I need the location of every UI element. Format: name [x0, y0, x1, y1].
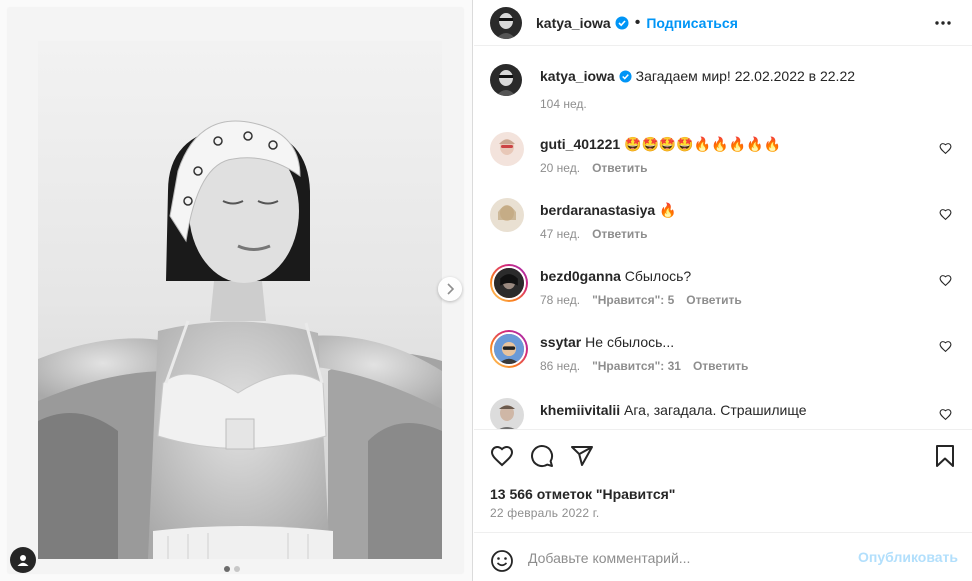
comment-text-line: khemiivitalii Ага, загадала. Страшилище — [540, 401, 807, 419]
verified-icon — [619, 70, 632, 83]
header-separator: • — [634, 13, 641, 31]
author-username[interactable]: katya_iowa — [536, 15, 611, 31]
carousel-dot — [234, 566, 240, 572]
comment-text-line: ssytar Не сбылось... — [540, 333, 674, 351]
comment-meta: 47 нед. Ответить — [540, 227, 660, 241]
comments-list: katya_iowa Загадаем мир! 22.02.2022 в 22… — [474, 46, 972, 429]
comment-icon[interactable] — [530, 444, 554, 468]
comment-avatar[interactable] — [490, 132, 524, 166]
caption-meta: 104 нед. — [540, 97, 599, 111]
heart-icon[interactable] — [939, 142, 952, 155]
comment-input[interactable] — [528, 547, 848, 569]
comment-avatar-story[interactable] — [490, 330, 528, 368]
caption-username[interactable]: katya_iowa — [540, 68, 615, 84]
comment-row: bezd0ganna Сбылось? 78 нед. "Нравится": 5… — [490, 264, 964, 324]
reply-button[interactable]: Ответить — [693, 359, 748, 373]
reply-button[interactable]: Ответить — [592, 161, 647, 175]
comment-meta: 78 нед. "Нравится": 5 Ответить — [540, 293, 754, 307]
carousel-indicator — [224, 566, 240, 572]
share-icon[interactable] — [570, 444, 594, 468]
action-bar — [474, 429, 972, 485]
carousel-dot-active — [224, 566, 230, 572]
verified-icon — [615, 16, 629, 29]
comment-avatar-story[interactable] — [490, 264, 528, 302]
comment-text: Не сбылось... — [585, 334, 675, 350]
caption-text: Загадаем мир! 22.02.2022 в 22.22 — [635, 68, 856, 84]
heart-icon[interactable] — [939, 408, 952, 421]
heart-icon[interactable] — [939, 340, 952, 353]
heart-icon[interactable] — [939, 208, 952, 221]
comment-text-line: guti_401221 🤩🤩🤩🤩🔥🔥🔥🔥🔥 — [540, 135, 781, 153]
comment-time: 86 нед. — [540, 359, 581, 373]
photo-frame — [8, 8, 463, 573]
more-icon[interactable] — [934, 14, 952, 32]
comment-time: 78 нед. — [540, 293, 581, 307]
publish-button[interactable]: Опубликовать — [858, 549, 958, 565]
reply-button[interactable]: Ответить — [592, 227, 647, 241]
chevron-right-icon — [447, 283, 455, 295]
comment-row: khemiivitalii Ага, загадала. Страшилище — [490, 398, 964, 429]
post-header: katya_iowa • Подписаться — [474, 0, 972, 46]
comment-likes[interactable]: "Нравится": 5 — [592, 293, 674, 307]
user-tag-icon — [17, 555, 29, 566]
comment-row: guti_401221 🤩🤩🤩🤩🔥🔥🔥🔥🔥 20 нед. Ответить — [490, 132, 964, 192]
comment-username[interactable]: guti_401221 — [540, 136, 620, 152]
comment-text-line: berdaranastasiya 🔥 — [540, 201, 677, 219]
follow-button[interactable]: Подписаться — [646, 15, 738, 31]
next-photo-button[interactable] — [438, 277, 462, 301]
comment-text: 🔥 — [659, 202, 677, 218]
bookmark-icon[interactable] — [934, 444, 956, 468]
comment-username[interactable]: bezd0ganna — [540, 268, 621, 284]
comment-meta: 20 нед. Ответить — [540, 161, 660, 175]
user-tag-button[interactable] — [10, 547, 36, 573]
comment-text: Ага, загадала. Страшилище — [624, 402, 807, 418]
heart-icon[interactable] — [490, 444, 514, 468]
likes-count[interactable]: 13 566 отметок "Нравится" — [490, 486, 675, 502]
comment-avatar[interactable] — [490, 198, 524, 232]
caption-avatar[interactable] — [490, 64, 522, 96]
post-photo[interactable] — [38, 41, 442, 559]
comment-likes[interactable]: "Нравится": 31 — [592, 359, 681, 373]
post-panel: katya_iowa • Подписаться katya_iowa Зага… — [474, 0, 972, 581]
emoji-icon[interactable] — [490, 549, 514, 573]
reply-button[interactable]: Ответить — [686, 293, 741, 307]
comment-row: ssytar Не сбылось... 86 нед. "Нравится": … — [490, 330, 964, 390]
post-media — [0, 0, 473, 581]
author-avatar[interactable] — [490, 6, 522, 39]
comment-composer: Опубликовать — [474, 532, 972, 581]
post-date: 22 февраль 2022 г. — [490, 506, 600, 520]
comment-username[interactable]: khemiivitalii — [540, 402, 620, 418]
caption-time: 104 нед. — [540, 97, 587, 111]
comment-time: 47 нед. — [540, 227, 581, 241]
comment-text: 🤩🤩🤩🤩🔥🔥🔥🔥🔥 — [624, 136, 781, 152]
comment-text: Сбылось? — [624, 268, 692, 284]
comment-username[interactable]: berdaranastasiya — [540, 202, 655, 218]
comment-avatar[interactable] — [490, 398, 524, 429]
comment-time: 20 нед. — [540, 161, 581, 175]
comment-meta: 86 нед. "Нравится": 31 Ответить — [540, 359, 760, 373]
comment-row: berdaranastasiya 🔥 47 нед. Ответить — [490, 198, 964, 258]
comment-username[interactable]: ssytar — [540, 334, 581, 350]
caption-text-line: katya_iowa Загадаем мир! 22.02.2022 в 22… — [540, 67, 855, 85]
heart-icon[interactable] — [939, 274, 952, 287]
comment-text-line: bezd0ganna Сбылось? — [540, 267, 691, 285]
caption-row: katya_iowa Загадаем мир! 22.02.2022 в 22… — [490, 64, 964, 114]
